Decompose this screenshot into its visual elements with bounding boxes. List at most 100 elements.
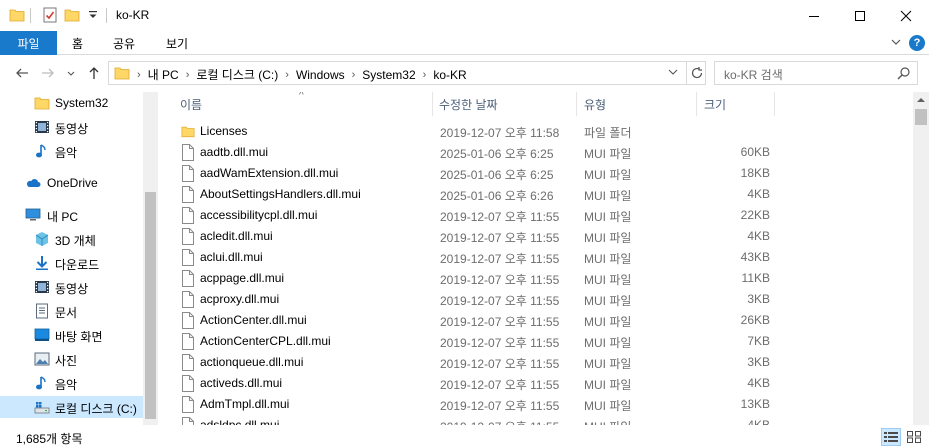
table-row[interactable]: activeds.dll.mui 2019-12-07 오후 11:55 MUI 파… [178,373,909,394]
address-bar[interactable]: › 내 PC › 로컬 디스크 (C:) › Windows › System3… [108,61,706,85]
table-row[interactable]: ActionCenterCPL.dll.mui 2019-12-07 오후 11:… [178,331,909,352]
table-row[interactable]: AboutSettingsHandlers.dll.mui 2025-01-06 … [178,184,909,205]
table-row[interactable]: adsldpc.dll.mui 2019-12-07 오후 11:55 MUI 파일… [178,415,909,425]
address-dropdown-icon[interactable] [666,64,680,80]
item-count: 1,685개 항목 [16,432,83,446]
breadcrumb-item[interactable]: Windows [296,68,345,82]
sidebar-item-onedrive[interactable]: OneDrive [0,172,143,194]
sidebar-item-system32[interactable]: System32 [0,92,143,114]
maximize-button[interactable] [837,0,883,31]
scroll-up-icon[interactable] [917,96,925,104]
sidebar-item-local-disk[interactable]: 로컬 디스크 (C:) [0,396,143,418]
forward-icon[interactable] [40,65,56,81]
file-date: 2019-12-07 오후 11:55 [440,294,560,308]
breadcrumb-item[interactable]: 내 PC [148,66,179,83]
file-name: acledit.dll.mui [200,229,273,243]
tab-file[interactable]: 파일 [0,31,57,55]
sidebar-scrollbar-thumb[interactable] [145,192,156,419]
table-row[interactable]: AdmTmpl.dll.mui 2019-12-07 오후 11:55 MUI 파일… [178,394,909,415]
recent-locations-icon[interactable] [66,65,76,81]
file-type: MUI 파일 [584,294,632,308]
close-button[interactable] [883,0,929,31]
column-divider[interactable] [696,92,697,116]
file-name: aadWamExtension.dll.mui [200,166,339,180]
table-row[interactable]: acproxy.dll.mui 2019-12-07 오후 11:55 MUI 파일… [178,289,909,310]
table-row[interactable]: aadtb.dll.mui 2025-01-06 오후 6:25 MUI 파일 60K… [178,142,909,163]
file-icon [182,144,194,161]
large-icons-view-button[interactable] [904,428,924,446]
sidebar-item-music[interactable]: 음악 [0,140,143,162]
file-date: 2019-12-07 오후 11:55 [440,399,560,413]
file-list-scrollbar[interactable] [913,92,929,425]
table-row[interactable]: actionqueue.dll.mui 2019-12-07 오후 11:55 MU… [178,352,909,373]
tab-view[interactable]: 보기 [166,35,188,52]
breadcrumb-item[interactable]: ko-KR [433,68,466,82]
file-type: MUI 파일 [584,378,632,392]
sidebar-item-label: OneDrive [47,176,98,190]
table-row[interactable]: ActionCenter.dll.mui 2019-12-07 오후 11:55 M… [178,310,909,331]
tab-home[interactable]: 홈 [72,35,83,52]
file-type: MUI 파일 [584,315,632,329]
back-icon[interactable] [14,65,30,81]
column-header-name[interactable]: 이름 [180,96,202,113]
minimize-button[interactable] [791,0,837,31]
table-row[interactable]: aclui.dll.mui 2019-12-07 오후 11:55 MUI 파일 43… [178,247,909,268]
title-separator [30,8,31,23]
column-divider[interactable] [432,92,433,116]
file-size: 4KB [747,376,770,390]
refresh-button[interactable] [686,62,706,84]
column-header-type[interactable]: 유형 [584,96,606,113]
file-name: accessibilitycpl.dll.mui [200,208,318,222]
sidebar-item-label: 로컬 디스크 (C:) [55,402,137,416]
sidebar-item-videos[interactable]: 동영상 [0,116,143,138]
search-icon[interactable] [897,66,911,80]
sidebar-item-desktop[interactable]: 바탕 화면 [0,324,143,346]
new-folder-icon[interactable] [64,7,80,23]
column-divider[interactable] [774,92,775,116]
sidebar-item-documents[interactable]: 문서 [0,300,143,322]
sidebar-item-3d-objects[interactable]: 3D 개체 [0,228,143,250]
search-placeholder: ko-KR 검색 [724,68,783,82]
table-row[interactable]: acledit.dll.mui 2019-12-07 오후 11:55 MUI 파일… [178,226,909,247]
file-date: 2025-01-06 오후 6:25 [440,147,554,161]
file-icon [182,228,194,245]
drive-icon [34,402,50,414]
column-header-size[interactable]: 크기 [704,96,726,113]
sidebar-item-label: 사진 [55,354,78,368]
breadcrumb-item[interactable]: 로컬 디스크 (C:) [196,66,278,83]
sidebar-item-label: 내 PC [47,210,79,224]
column-header-date[interactable]: 수정한 날짜 [439,96,498,113]
sidebar-scrollbar[interactable] [143,92,158,425]
file-icon [182,270,194,287]
refresh-icon [691,67,702,79]
table-row[interactable]: aadWamExtension.dll.mui 2025-01-06 오후 6:2… [178,163,909,184]
sidebar-item-this-pc[interactable]: 내 PC [0,204,143,226]
customize-toolbar-icon[interactable] [85,7,101,23]
sidebar-item-videos-pc[interactable]: 동영상 [0,276,143,298]
file-name: ActionCenterCPL.dll.mui [200,334,331,348]
table-row[interactable]: acppage.dll.mui 2019-12-07 오후 11:55 MUI 파일… [178,268,909,289]
file-type: 파일 폴더 [584,126,632,140]
file-type: MUI 파일 [584,418,631,425]
expand-ribbon-icon[interactable] [889,35,903,49]
column-divider[interactable] [576,92,577,116]
table-row[interactable]: Licenses 2019-12-07 오후 11:58 파일 폴더 [178,121,909,142]
file-name: adsldpc.dll.mui [200,418,280,425]
file-type: MUI 파일 [584,357,632,371]
file-date: 2019-12-07 오후 11:55 [440,231,560,245]
file-type: MUI 파일 [584,189,632,203]
folder-icon [34,97,50,110]
file-icon [182,396,194,413]
properties-icon[interactable] [42,7,58,23]
details-view-button[interactable] [881,428,901,446]
sidebar-item-music-pc[interactable]: 음악 [0,372,143,394]
table-row[interactable]: accessibilitycpl.dll.mui 2019-12-07 오후 11… [178,205,909,226]
help-icon[interactable]: ? [909,35,925,51]
up-icon[interactable] [86,65,102,81]
file-list-scrollbar-thumb[interactable] [915,109,927,125]
sidebar-item-pictures[interactable]: 사진 [0,348,143,370]
sidebar-item-downloads[interactable]: 다운로드 [0,252,143,274]
breadcrumb-item[interactable]: System32 [362,68,415,82]
tab-share[interactable]: 공유 [113,35,135,52]
search-box[interactable]: ko-KR 검색 [714,61,918,85]
